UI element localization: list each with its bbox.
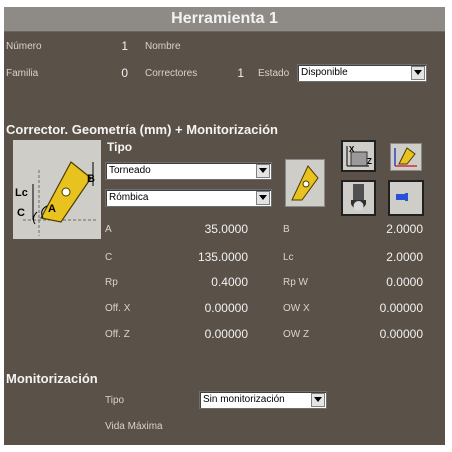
holder-icon[interactable] [341,180,376,216]
param-value-offx: 0.00000 [204,301,248,315]
estado-select[interactable]: Disponible [297,64,427,82]
nombre-label: Nombre [145,41,181,52]
vida-maxima-label: Vida Máxima [105,421,163,432]
insert-shape-button[interactable] [285,159,325,207]
monitorizacion-tipo-value: Sin monitorización [203,394,285,405]
estado-select-value: Disponible [301,67,348,78]
param-label-c: C [105,252,113,263]
chevron-down-icon[interactable] [411,66,425,80]
param-label-rp: Rp [105,277,118,288]
tipo-select-value: Torneado [109,165,151,176]
monitorizacion-tipo-label: Tipo [105,395,125,406]
param-label-a: A [105,224,112,235]
param-label-b: B [283,224,290,235]
chevron-down-icon[interactable] [311,393,325,407]
chevron-down-icon[interactable] [256,164,270,178]
diagram-label-a: A [48,203,56,215]
diagram-label-c: C [17,207,25,219]
param-value-c: 135.0000 [197,250,248,264]
tool-view-icon[interactable] [388,180,424,216]
param-label-lc: Lc [283,252,294,263]
chevron-down-icon[interactable] [256,191,270,205]
corrector-section-title: Corrector. Geometría (mm) + Monitorizaci… [6,122,278,137]
axis-z-label: Z [367,157,372,166]
param-label-rpw: Rp W [283,277,308,288]
tipo-select[interactable]: Torneado [105,162,272,180]
param-value-rpw: 0.0000 [386,275,423,289]
param-value-owx: 0.00000 [379,301,423,315]
numero-label: Número [6,41,42,52]
param-value-owz: 0.00000 [379,327,423,341]
window-title: Herramienta 1 [4,7,445,32]
param-value-b: 2.0000 [386,222,423,236]
diagram-label-lc: Lc [15,187,28,199]
diagram-label-b: B [87,173,95,185]
correctores-value: 1 [237,66,244,80]
param-value-rp: 0.4000 [211,275,248,289]
correctores-label: Correctores [145,68,198,79]
param-value-a: 35.0000 [204,222,248,236]
tool-panel: Herramienta 1 Número 1 Nombre Familia 0 … [4,7,445,445]
param-label-owx: OW X [283,303,310,314]
axis-x-label: X [349,145,355,154]
axis-orientation-icon[interactable]: X Z [341,140,376,172]
tipo-label: Tipo [107,140,133,154]
shape-select-value: Rómbica [109,192,149,203]
estado-label: Estado [258,68,290,79]
insert-geometry-diagram: Lc C A B [13,140,101,239]
numero-value: 1 [121,39,128,53]
param-label-owz: OW Z [283,329,310,340]
param-label-offz: Off. Z [105,329,130,340]
monitorizacion-section-title: Monitorización [6,371,98,386]
param-value-lc: 2.0000 [386,250,423,264]
insert-orientation-icon[interactable] [390,143,422,171]
param-label-offx: Off. X [105,303,131,314]
familia-value: 0 [121,66,128,80]
monitorizacion-tipo-select[interactable]: Sin monitorización [199,391,327,409]
shape-select[interactable]: Rómbica [105,189,272,207]
familia-label: Familia [6,68,39,79]
param-value-offz: 0.00000 [204,327,248,341]
